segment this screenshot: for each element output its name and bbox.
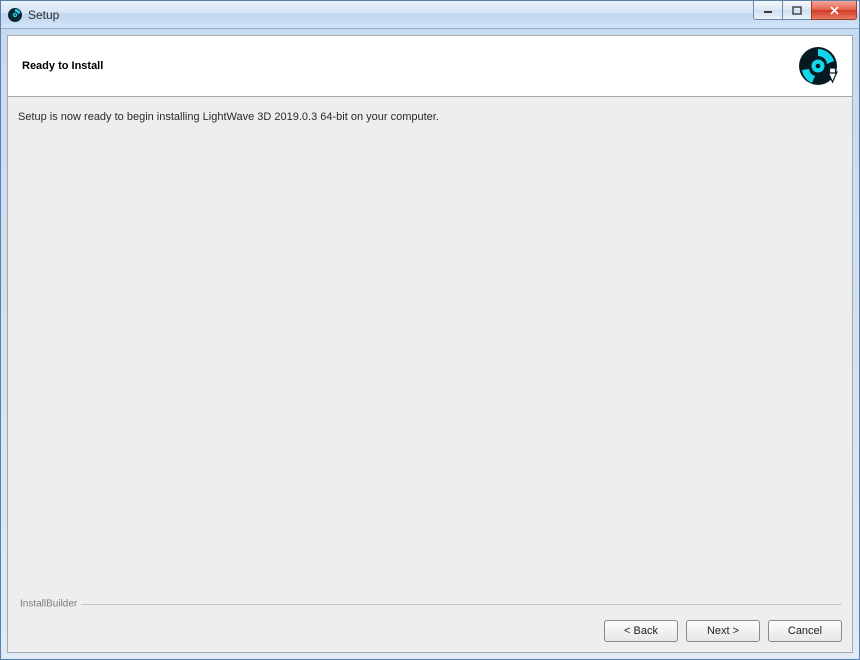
page-title: Ready to Install <box>22 60 103 72</box>
footer-separator: InstallBuilder <box>20 598 842 610</box>
next-button[interactable]: Next > <box>686 620 760 642</box>
cancel-button[interactable]: Cancel <box>768 620 842 642</box>
back-button[interactable]: < Back <box>604 620 678 642</box>
window-controls <box>754 1 857 28</box>
ready-message: Setup is now ready to begin installing L… <box>18 111 842 123</box>
minimize-button[interactable] <box>753 1 783 20</box>
maximize-icon <box>792 6 802 15</box>
wizard-header: Ready to Install <box>8 36 852 97</box>
client-area: Ready to Install Setup is now ready to b… <box>1 29 859 659</box>
app-icon <box>7 7 23 23</box>
product-logo-icon <box>798 46 838 86</box>
minimize-icon <box>763 6 773 14</box>
maximize-button[interactable] <box>782 1 812 20</box>
installer-window: Setup Ready to Install <box>0 0 860 660</box>
window-title: Setup <box>28 8 59 22</box>
wizard-panel: Ready to Install Setup is now ready to b… <box>7 35 853 653</box>
wizard-footer: InstallBuilder < Back Next > Cancel <box>8 588 852 652</box>
titlebar[interactable]: Setup <box>1 1 859 29</box>
wizard-body: Setup is now ready to begin installing L… <box>8 97 852 588</box>
close-icon <box>829 6 840 15</box>
installbuilder-label: InstallBuilder <box>20 598 81 609</box>
close-button[interactable] <box>811 1 857 20</box>
button-row: < Back Next > Cancel <box>20 620 842 642</box>
